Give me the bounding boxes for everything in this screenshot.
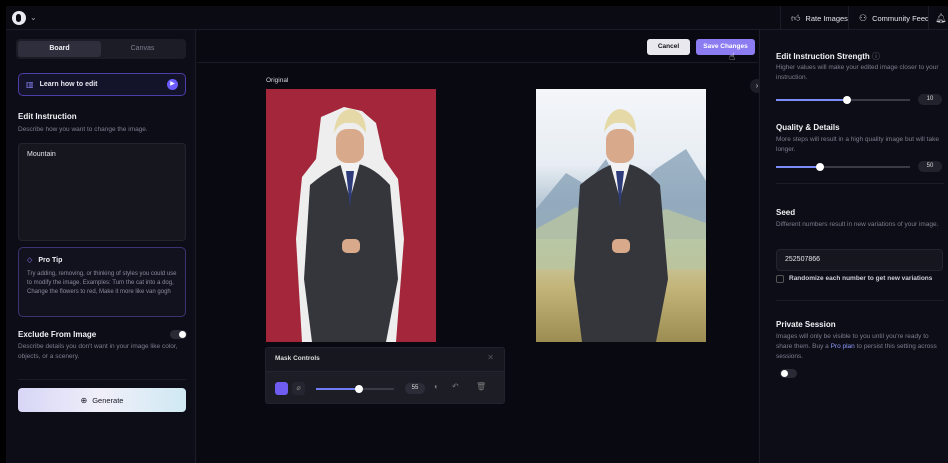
brush-size-fill [316, 388, 359, 390]
canvas-area: Cancel Save Changes ☝ › Original Mask Co… [197, 30, 764, 463]
trash-icon[interactable]: 🗑︎ [476, 382, 486, 391]
brush-size-value: 55 [405, 383, 425, 394]
seed-title: Seed [776, 208, 796, 217]
quality-fill [776, 166, 816, 168]
tab-canvas[interactable]: Canvas [101, 41, 184, 57]
info-icon[interactable]: ⓘ [872, 52, 880, 61]
chevron-down-icon[interactable]: ⌄ [30, 13, 37, 22]
plus-circle-icon: ⊕ [80, 395, 88, 405]
users-icon: ⚇ [859, 12, 868, 23]
generate-button[interactable]: ⊕ Generate [18, 388, 186, 412]
private-session-toggle[interactable] [780, 369, 797, 378]
top-bar: ⌄ 👍︎ Rate Images ⚇ Community Feed 🔔︎ [6, 6, 948, 30]
randomize-checkbox[interactable] [776, 275, 784, 283]
generate-label: Generate [92, 395, 124, 405]
right-panel: Edit Instruction Strength ⓘ Higher value… [759, 30, 948, 463]
lightbulb-icon: ◇ [27, 257, 33, 264]
tip-title: Pro Tip [38, 256, 63, 264]
rate-images-label: Rate Images [805, 13, 848, 23]
pro-plan-link[interactable]: Pro plan [831, 343, 855, 350]
seed-subtitle: Different numbers result in new variatio… [776, 221, 939, 228]
thumbs-up-icon: 👍︎ [791, 12, 801, 23]
exclude-title: Exclude From Image [18, 330, 97, 339]
quality-title: Quality & Details [776, 123, 840, 132]
save-changes-button[interactable]: Save Changes [696, 39, 755, 55]
close-icon[interactable]: ✕ [487, 353, 494, 362]
divider [18, 379, 186, 380]
seed-input[interactable]: 252507866 [776, 249, 943, 271]
brush-mode-button[interactable] [275, 382, 288, 395]
book-icon: ▥ [26, 80, 34, 89]
community-feed-label: Community Feed [872, 13, 930, 23]
exclude-toggle[interactable] [170, 330, 187, 339]
edited-image [536, 89, 706, 342]
strength-fill [776, 99, 843, 101]
rate-images-button[interactable]: 👍︎ Rate Images [780, 6, 858, 30]
canvas-header: Cancel Save Changes ☝ [197, 30, 758, 63]
learn-label: Learn how to edit [39, 81, 98, 88]
undo-icon[interactable]: ↶ [452, 382, 459, 391]
original-image [266, 89, 436, 342]
community-feed-button[interactable]: ⚇ Community Feed [848, 6, 939, 30]
original-label: Original [266, 77, 289, 84]
tab-board[interactable]: Board [18, 41, 101, 57]
mask-toolbar: ⌀ 55 ◐ ↶ 🗑︎ [266, 371, 504, 403]
private-subtitle: Images will only be visible to you until… [776, 332, 944, 362]
instruction-subtitle: Describe how you want to change the imag… [18, 126, 148, 133]
divider [776, 300, 944, 301]
visibility-icon[interactable]: ◐ [434, 382, 439, 391]
play-icon: ▶ [167, 79, 178, 90]
notifications-button[interactable]: 🔔︎ [928, 6, 948, 30]
strength-handle[interactable] [843, 96, 851, 104]
chevron-right-icon: › [755, 81, 759, 90]
quality-value: 50 [918, 161, 942, 172]
private-title: Private Session [776, 320, 836, 329]
strength-value: 10 [918, 94, 942, 105]
strength-subtitle: Higher values will make your edited imag… [776, 64, 939, 81]
left-panel: Board Canvas ▥ Learn how to edit ▶ Edit … [6, 30, 196, 463]
pro-tip-card: ◇ Pro Tip Try adding, removing, or think… [18, 247, 186, 317]
erase-mode-button[interactable]: ⌀ [292, 382, 305, 395]
quality-subtitle: More steps will result in a high quality… [776, 136, 939, 153]
app-window: ⌄ 👍︎ Rate Images ⚇ Community Feed 🔔︎ Boa… [6, 6, 948, 463]
view-switch: Board Canvas [16, 39, 186, 59]
logo-icon[interactable] [12, 11, 26, 25]
mask-controls-panel: Mask Controls ✕ ⌀ 55 ◐ ↶ 🗑︎ [265, 347, 505, 404]
divider [776, 183, 944, 184]
bell-icon: 🔔︎ [935, 12, 947, 23]
exclude-subtitle: Describe details you don't want in your … [18, 343, 178, 360]
quality-handle[interactable] [816, 163, 824, 171]
strength-title: Edit Instruction Strength ⓘ [776, 51, 880, 62]
tip-body: Try adding, removing, or thinking of sty… [27, 271, 177, 295]
learn-how-to-edit-button[interactable]: ▥ Learn how to edit ▶ [18, 73, 186, 96]
strength-title-text: Edit Instruction Strength [776, 52, 870, 61]
mask-controls-title: Mask Controls [275, 355, 320, 362]
instruction-input[interactable]: Mountain [18, 143, 186, 241]
cancel-button[interactable]: Cancel [647, 39, 690, 55]
instruction-title: Edit Instruction [18, 112, 77, 121]
brush-size-handle[interactable] [354, 385, 363, 393]
pointer-cursor-icon: ☝ [729, 52, 736, 63]
randomize-label: Randomize each number to get new variati… [789, 275, 933, 282]
